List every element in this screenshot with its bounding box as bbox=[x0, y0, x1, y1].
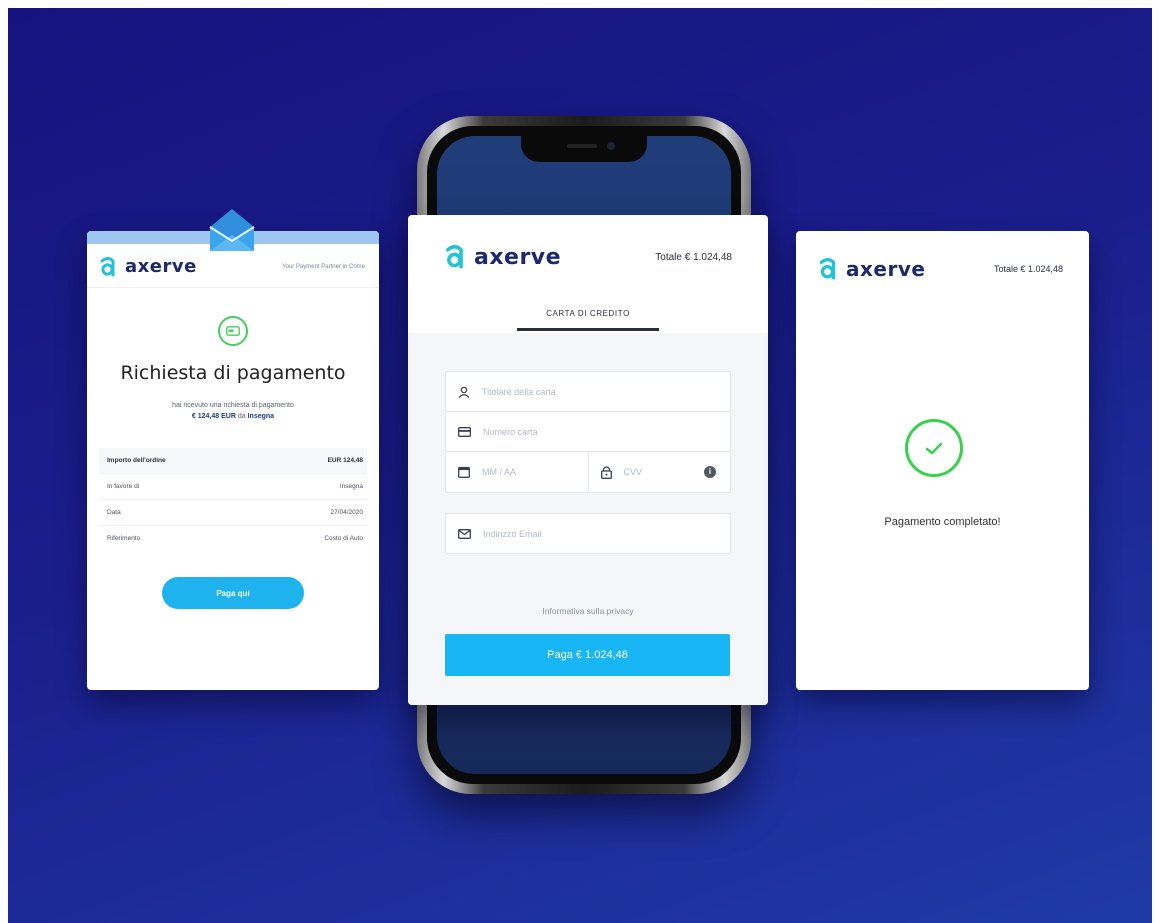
header-note: Your Payment Partner in Crime bbox=[282, 263, 365, 270]
payment-success-card: axerve Totale € 1.024,48 Pagamento compl… bbox=[796, 231, 1089, 690]
card-fields-group: Titolare della carta Numero carta MM / A… bbox=[445, 371, 731, 493]
axerve-logo: axerve bbox=[818, 257, 925, 281]
cardholder-field[interactable]: Titolare della carta bbox=[446, 372, 730, 411]
success-total: Totale € 1.024,48 bbox=[993, 264, 1063, 274]
payment-header: axerve Totale € 1.024,48 bbox=[408, 215, 768, 273]
front-camera-icon bbox=[607, 142, 615, 150]
payment-card-icon bbox=[218, 316, 248, 346]
axerve-logo-icon bbox=[100, 256, 115, 276]
table-row: Importo dell'ordine EUR 124,48 bbox=[99, 448, 367, 473]
row-value: EUR 124,48 bbox=[327, 457, 363, 464]
info-icon[interactable]: i bbox=[704, 466, 716, 478]
table-row: In favore di Insegna bbox=[99, 473, 367, 499]
desc-line: hai ricevuto una richiesta di pagamento bbox=[172, 402, 294, 409]
payment-tabs: CARTA DI CREDITO bbox=[408, 301, 768, 334]
user-icon bbox=[458, 386, 470, 398]
axerve-logo: axerve bbox=[444, 245, 561, 270]
row-value: Insegna bbox=[339, 483, 363, 490]
card-number-placeholder: Numero carta bbox=[483, 426, 538, 437]
check-circle-icon bbox=[905, 419, 963, 477]
payment-total: Totale € 1.024,48 bbox=[655, 251, 732, 263]
phone-notch bbox=[521, 136, 647, 162]
expiry-cvv-row: MM / AA CVV i bbox=[446, 451, 730, 492]
row-label: Data bbox=[107, 509, 121, 516]
card-glyph-icon bbox=[226, 326, 240, 336]
expiry-field[interactable]: MM / AA bbox=[446, 452, 588, 492]
email-title: Richiesta di pagamento bbox=[120, 362, 346, 384]
cvv-field[interactable]: CVV i bbox=[587, 452, 731, 492]
cardholder-placeholder: Titolare della carta bbox=[482, 386, 556, 397]
axerve-logo-icon bbox=[819, 258, 836, 280]
success-message: Pagamento completato! bbox=[884, 516, 1001, 528]
axerve-logo-text: axerve bbox=[125, 256, 197, 277]
desc-amount: € 124,48 EUR bbox=[191, 413, 236, 420]
axerve-logo-text: axerve bbox=[846, 257, 926, 281]
row-label: Riferimento bbox=[107, 535, 141, 542]
desc-from: da bbox=[237, 413, 246, 420]
desc-merchant: Insegna bbox=[247, 413, 275, 420]
axerve-logo-text: axerve bbox=[474, 244, 562, 270]
expiry-placeholder: MM / AA bbox=[482, 467, 517, 477]
row-value: 27/04/2020 bbox=[330, 509, 363, 516]
table-row: Riferimento Costo di Auto bbox=[99, 525, 367, 551]
cvv-placeholder: CVV bbox=[623, 467, 643, 477]
table-row: Data 27/04/2020 bbox=[99, 499, 367, 525]
order-details-table: Importo dell'ordine EUR 124,48 In favore… bbox=[99, 448, 367, 551]
success-header: axerve Totale € 1.024,48 bbox=[796, 231, 1089, 281]
email-field-group: Indirizzo Email bbox=[445, 513, 731, 554]
calendar-icon bbox=[458, 466, 470, 478]
lock-icon bbox=[600, 466, 612, 479]
tab-credit-card[interactable]: CARTA DI CREDITO bbox=[517, 301, 659, 331]
email-description: hai ricevuto una richiesta di pagamento … bbox=[87, 400, 379, 422]
payment-form-card: axerve Totale € 1.024,48 CARTA DI CREDIT… bbox=[408, 215, 768, 705]
credit-card-icon bbox=[458, 426, 471, 437]
privacy-link[interactable]: Informativa sulla privacy bbox=[408, 606, 768, 616]
axerve-logo-icon bbox=[446, 245, 463, 269]
speaker-grille bbox=[567, 144, 597, 148]
email-field[interactable]: Indirizzo Email bbox=[446, 514, 730, 553]
mail-icon bbox=[458, 528, 471, 539]
pay-button[interactable]: Paga € 1.024,48 bbox=[445, 634, 730, 676]
axerve-logo: axerve bbox=[99, 256, 197, 277]
payment-form-body: Titolare della carta Numero carta MM / A… bbox=[408, 333, 768, 705]
row-label: In favore di bbox=[107, 483, 140, 490]
pay-here-button[interactable]: Paga qui bbox=[162, 577, 304, 609]
row-label: Importo dell'ordine bbox=[107, 457, 166, 464]
email-placeholder: Indirizzo Email bbox=[483, 528, 542, 539]
row-value: Costo di Auto bbox=[324, 535, 363, 542]
checkmark-icon bbox=[925, 442, 943, 455]
card-number-field[interactable]: Numero carta bbox=[446, 411, 730, 451]
email-request-card: axerve Your Payment Partner in Crime Ric… bbox=[87, 231, 379, 690]
envelope-icon bbox=[209, 209, 255, 251]
